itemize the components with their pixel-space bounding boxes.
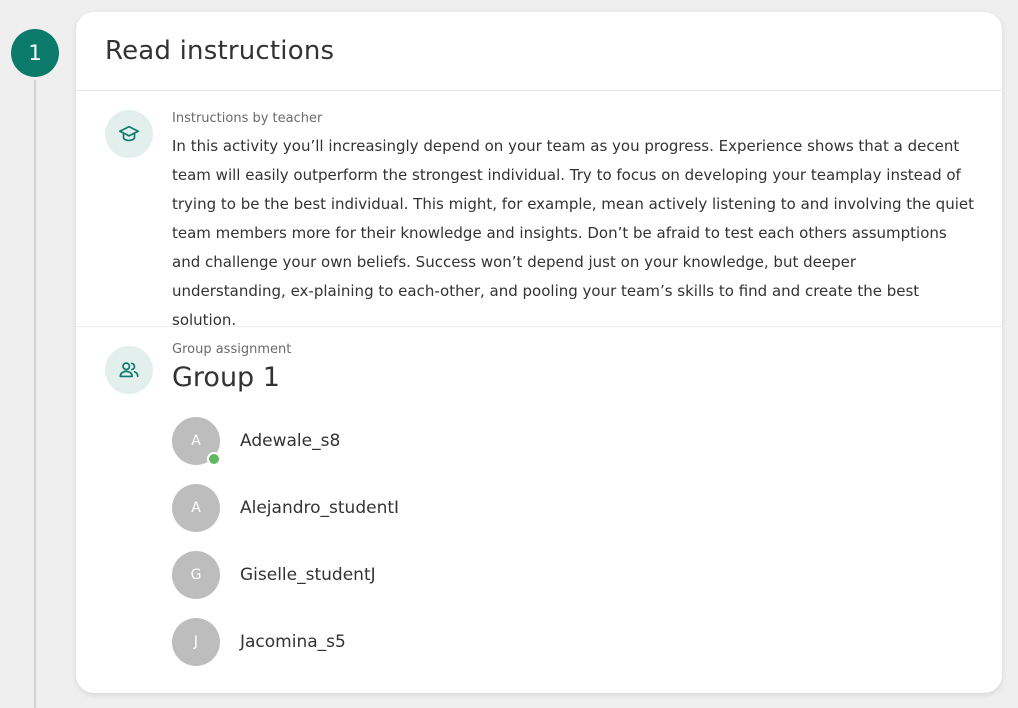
graduation-cap-icon (105, 110, 153, 158)
member-name: Adewale_s8 (240, 431, 341, 451)
step-number-badge: 1 (11, 29, 59, 77)
step-connector-line (34, 80, 36, 708)
member-item: A Alejandro_studentI (172, 484, 974, 532)
member-name: Jacomina_s5 (240, 632, 346, 652)
instructions-content: Instructions by teacher In this activity… (172, 111, 974, 335)
card-title: Read instructions (105, 36, 335, 66)
avatar-initial: A (191, 433, 201, 449)
group-name: Group 1 (172, 362, 280, 393)
avatar-initial: J (193, 634, 199, 650)
member-name: Alejandro_studentI (240, 498, 400, 518)
group-content: Group assignment Group 1 A Adewale_s8 A (172, 342, 974, 685)
avatar: A (172, 484, 220, 532)
instructions-label: Instructions by teacher (172, 111, 323, 126)
users-icon (105, 346, 153, 394)
instructions-card: Read instructions Instructions by teache… (76, 12, 1002, 693)
member-item: G Giselle_studentJ (172, 551, 974, 599)
avatar: J (172, 618, 220, 666)
avatar: G (172, 551, 220, 599)
instructions-text: In this activity you’ll increasingly dep… (172, 137, 974, 329)
avatar-initial: G (190, 567, 202, 583)
avatar-initial: A (191, 500, 201, 516)
member-list: A Adewale_s8 A Alejandro_studentI G Gise… (172, 417, 974, 666)
page: 1 Read instructions Instructions by teac… (0, 0, 1018, 708)
card-header: Read instructions (76, 12, 1002, 91)
avatar: A (172, 417, 221, 466)
member-name: Giselle_studentJ (240, 565, 376, 585)
member-item: A Adewale_s8 (172, 417, 974, 466)
instructions-section: Instructions by teacher In this activity… (76, 91, 1002, 329)
online-status-dot (207, 452, 221, 466)
member-item: J Jacomina_s5 (172, 618, 974, 666)
group-label: Group assignment (172, 342, 292, 357)
